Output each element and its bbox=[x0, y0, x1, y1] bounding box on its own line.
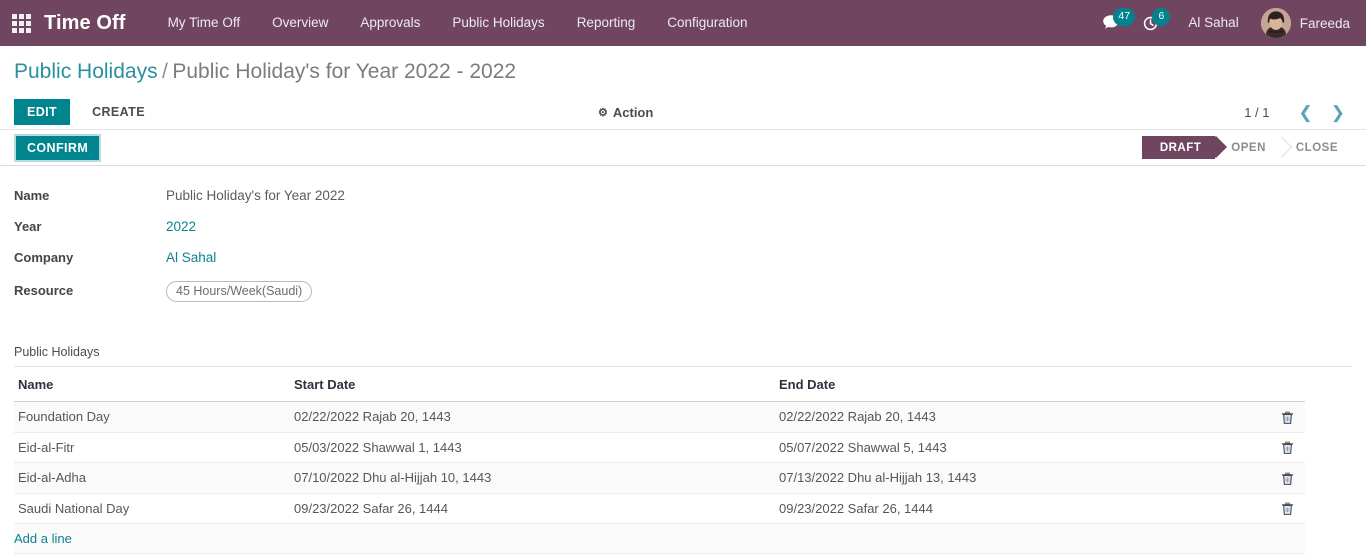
cell-name[interactable]: Foundation Day bbox=[14, 401, 294, 433]
field-value-resource: 45 Hours/Week(Saudi) bbox=[166, 281, 313, 302]
cell-start-date[interactable]: 09/23/2022 Safar 26, 1444 bbox=[294, 493, 779, 525]
table-row[interactable]: Eid-al-Adha 07/10/2022 Dhu al-Hijjah 10,… bbox=[14, 462, 1305, 494]
activities-count-badge: 6 bbox=[1152, 8, 1171, 26]
breadcrumb-current: Public Holiday's for Year 2022 - 2022 bbox=[172, 60, 517, 83]
form-sheet: Name Public Holiday's for Year 2022 Year… bbox=[0, 166, 1366, 302]
cell-start-date[interactable]: 05/03/2022 Shawwal 1, 1443 bbox=[294, 432, 779, 464]
nav-item-reporting[interactable]: Reporting bbox=[561, 0, 652, 46]
cell-delete bbox=[1269, 401, 1305, 433]
cell-name[interactable]: Eid-al-Adha bbox=[14, 462, 294, 494]
cell-end-date[interactable]: 07/13/2022 Dhu al-Hijjah 13, 1443 bbox=[779, 462, 1269, 494]
nav-item-public-holidays[interactable]: Public Holidays bbox=[436, 0, 560, 46]
action-menu[interactable]: ⚙ Action bbox=[598, 105, 653, 120]
cell-end-date[interactable]: 09/23/2022 Safar 26, 1444 bbox=[779, 493, 1269, 525]
trash-icon[interactable] bbox=[1281, 411, 1294, 425]
holidays-table: Name Start Date End Date Foundation Day … bbox=[14, 367, 1305, 555]
column-header-actions bbox=[1269, 367, 1305, 402]
status-stage-draft[interactable]: DRAFT bbox=[1141, 136, 1228, 159]
nav-item-approvals[interactable]: Approvals bbox=[344, 0, 436, 46]
top-navbar: Time Off My Time Off Overview Approvals … bbox=[0, 0, 1366, 46]
cell-end-date[interactable]: 02/22/2022 Rajab 20, 1443 bbox=[779, 401, 1269, 433]
user-menu[interactable]: Fareeda bbox=[1253, 0, 1354, 46]
nav-item-my-time-off[interactable]: My Time Off bbox=[152, 0, 257, 46]
resource-tag[interactable]: 45 Hours/Week(Saudi) bbox=[166, 281, 313, 302]
cell-name[interactable]: Eid-al-Fitr bbox=[14, 432, 294, 464]
messages-count-badge: 47 bbox=[1113, 8, 1136, 26]
table-body: Foundation Day 02/22/2022 Rajab 20, 1443… bbox=[14, 401, 1305, 555]
cell-name[interactable]: Saudi National Day bbox=[14, 493, 294, 525]
create-button[interactable]: CREATE bbox=[80, 99, 157, 125]
breadcrumb-separator: / bbox=[162, 60, 168, 83]
add-line-row[interactable]: Add a line bbox=[14, 523, 1305, 555]
pager-count: 1 / 1 bbox=[1244, 104, 1270, 120]
chevron-right-icon[interactable]: ❯ bbox=[1324, 104, 1352, 121]
list-title: Public Holidays bbox=[14, 345, 1352, 367]
field-row-company: Company Al Sahal bbox=[14, 250, 1352, 270]
field-label-resource: Resource bbox=[14, 283, 74, 298]
trash-icon[interactable] bbox=[1281, 441, 1294, 455]
trash-icon[interactable] bbox=[1281, 472, 1294, 486]
public-holidays-list: Public Holidays Name Start Date End Date… bbox=[0, 312, 1366, 555]
control-panel: EDIT CREATE ⚙ Action 1 / 1 ❮ ❯ bbox=[0, 95, 1366, 129]
column-header-end-date[interactable]: End Date bbox=[779, 367, 1269, 402]
field-value-company[interactable]: Al Sahal bbox=[166, 250, 216, 265]
field-label-name: Name bbox=[14, 188, 50, 203]
field-value-year[interactable]: 2022 bbox=[166, 219, 196, 234]
field-row-name: Name Public Holiday's for Year 2022 bbox=[14, 188, 1352, 208]
user-name: Fareeda bbox=[1299, 15, 1350, 31]
navbar-right-tools: 47 6 Al Sahal Fareeda bbox=[1096, 0, 1354, 46]
table-row[interactable]: Eid-al-Fitr 05/03/2022 Shawwal 1, 1443 0… bbox=[14, 432, 1305, 464]
nav-item-overview[interactable]: Overview bbox=[256, 0, 344, 46]
field-value-name: Public Holiday's for Year 2022 bbox=[166, 188, 345, 203]
cell-end-date[interactable]: 05/07/2022 Shawwal 5, 1443 bbox=[779, 432, 1269, 464]
status-pipeline: DRAFT OPEN CLOSE bbox=[1141, 136, 1352, 159]
cell-delete bbox=[1269, 493, 1305, 525]
field-row-year: Year 2022 bbox=[14, 219, 1352, 239]
cell-delete bbox=[1269, 462, 1305, 494]
pager: 1 / 1 ❮ ❯ bbox=[1244, 104, 1352, 121]
column-header-name[interactable]: Name bbox=[14, 367, 294, 402]
table-header-row: Name Start Date End Date bbox=[14, 367, 1305, 402]
avatar bbox=[1260, 8, 1291, 38]
column-header-start-date[interactable]: Start Date bbox=[294, 367, 779, 402]
app-brand-title[interactable]: Time Off bbox=[44, 12, 126, 35]
cell-start-date[interactable]: 02/22/2022 Rajab 20, 1443 bbox=[294, 401, 779, 433]
gear-icon: ⚙ bbox=[598, 106, 608, 119]
table-row[interactable]: Saudi National Day 09/23/2022 Safar 26, … bbox=[14, 493, 1305, 525]
company-switcher[interactable]: Al Sahal bbox=[1174, 0, 1252, 46]
breadcrumb: Public Holidays / Public Holiday's for Y… bbox=[0, 46, 1366, 95]
edit-button[interactable]: EDIT bbox=[14, 99, 71, 125]
field-label-company: Company bbox=[14, 250, 74, 265]
confirm-button[interactable]: CONFIRM bbox=[14, 133, 102, 162]
activities-menu[interactable]: 6 bbox=[1135, 0, 1174, 46]
table-row[interactable]: Foundation Day 02/22/2022 Rajab 20, 1443… bbox=[14, 401, 1305, 433]
cell-add-line: Add a line bbox=[14, 523, 1305, 555]
main-menu: My Time Off Overview Approvals Public Ho… bbox=[152, 0, 764, 46]
cell-delete bbox=[1269, 432, 1305, 464]
breadcrumb-root[interactable]: Public Holidays bbox=[14, 60, 158, 83]
messages-menu[interactable]: 47 bbox=[1096, 0, 1136, 46]
chevron-left-icon[interactable]: ❮ bbox=[1292, 104, 1320, 121]
apps-grid-icon[interactable] bbox=[10, 12, 32, 34]
action-menu-label: Action bbox=[612, 104, 654, 120]
nav-item-configuration[interactable]: Configuration bbox=[651, 0, 763, 46]
cell-start-date[interactable]: 07/10/2022 Dhu al-Hijjah 10, 1443 bbox=[294, 462, 779, 494]
field-label-year: Year bbox=[14, 219, 42, 234]
add-a-line-link[interactable]: Add a line bbox=[14, 531, 72, 546]
field-row-resource: Resource 45 Hours/Week(Saudi) bbox=[14, 281, 1352, 302]
trash-icon[interactable] bbox=[1281, 502, 1294, 516]
status-row: CONFIRM DRAFT OPEN CLOSE bbox=[0, 129, 1366, 166]
